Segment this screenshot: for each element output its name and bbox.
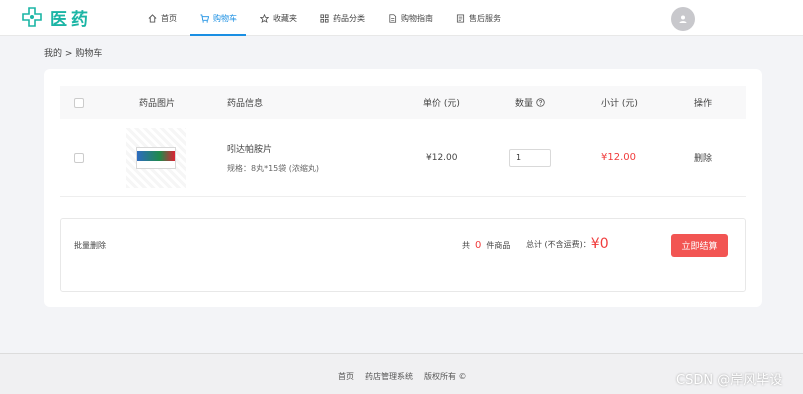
- item-unit-price: ¥12.00: [426, 152, 458, 163]
- product-name[interactable]: 吲达帕胺片: [227, 142, 272, 155]
- user-icon: [679, 15, 687, 23]
- item-image-cell: [126, 119, 186, 196]
- header-image: 药品图片: [139, 99, 176, 109]
- nav-item-after-sales[interactable]: 售后服务: [446, 0, 510, 36]
- star-icon: [259, 13, 269, 23]
- nav-item-categories[interactable]: 药品分类: [310, 0, 374, 36]
- cart-item-row: 吲达帕胺片 规格：8丸*15袋 (浓缩丸) ¥12.00 1 ¥12.00 删除: [60, 119, 746, 197]
- user-avatar[interactable]: [671, 7, 695, 31]
- item-subtotal: ¥12.00: [601, 152, 636, 163]
- footer-link-home[interactable]: 首页: [338, 371, 354, 382]
- nav-item-home[interactable]: 首页: [138, 0, 186, 36]
- select-all-checkbox[interactable]: [74, 97, 84, 108]
- batch-delete-button[interactable]: 批量删除: [74, 240, 106, 251]
- breadcrumb-home[interactable]: 我的: [44, 49, 62, 59]
- product-image[interactable]: [126, 127, 186, 188]
- breadcrumb-current: 购物车: [75, 49, 103, 59]
- count-suffix: 件商品: [486, 241, 511, 250]
- logo-cross-icon: [22, 7, 42, 27]
- home-icon: [147, 13, 157, 23]
- nav-label: 购物指南: [401, 13, 433, 23]
- nav-label: 购物车: [213, 13, 237, 23]
- nav-item-cart[interactable]: 购物车: [190, 0, 246, 36]
- medicine-box-graphic: [136, 146, 176, 169]
- header-action: 操作: [694, 99, 713, 109]
- header-unit-price: 单价 (元): [423, 99, 460, 109]
- header-info: 药品信息: [227, 99, 264, 109]
- total-label: 总计 (不含运费)：: [526, 239, 591, 249]
- header-quantity: 数量: [515, 86, 545, 119]
- select-all-cell: [74, 86, 84, 119]
- nav-label: 售后服务: [469, 13, 501, 23]
- product-spec: 规格：8丸*15袋 (浓缩丸): [227, 163, 320, 173]
- nav-item-favorites[interactable]: 收藏夹: [250, 0, 306, 36]
- cart-summary: 批量删除 共 0 件商品 总计 (不含运费)： ¥0 立即结算: [60, 218, 746, 292]
- cart-icon: [199, 13, 209, 23]
- total-block: 总计 (不含运费)： ¥0: [526, 235, 609, 253]
- watermark-text: CSDN @岸风毕设: [676, 373, 783, 388]
- nav-label: 收藏夹: [273, 13, 297, 23]
- checkout-button[interactable]: 立即结算: [671, 234, 728, 257]
- total-value: ¥0: [590, 236, 609, 252]
- brand-name: 医药: [50, 9, 92, 30]
- item-info-cell: 吲达帕胺片 规格：8丸*15袋 (浓缩丸): [227, 119, 319, 196]
- item-count: 共 0 件商品: [462, 240, 510, 251]
- grid-icon: [319, 13, 329, 23]
- footer-links: 首页 药店管理系统 版权所有 ©: [338, 371, 478, 382]
- cart-panel: 药品图片 药品信息 单价 (元) 数量 小计 (元) 操作 吲达帕胺片 规格：8…: [44, 69, 762, 307]
- cart-table-header: 药品图片 药品信息 单价 (元) 数量 小计 (元) 操作: [60, 86, 746, 119]
- help-icon[interactable]: [536, 98, 545, 107]
- service-icon: [455, 13, 465, 23]
- breadcrumb: 我的 > 购物车: [44, 46, 102, 59]
- quantity-input[interactable]: 1: [509, 148, 551, 167]
- top-navbar: 医药 首页 购物车 收藏夹 药品分类 购物指南 售后服务: [0, 0, 803, 36]
- nav-label: 首页: [161, 13, 177, 23]
- breadcrumb-separator: >: [64, 49, 73, 59]
- item-quantity-cell: 1: [509, 119, 551, 196]
- brand-logo[interactable]: 医药: [22, 6, 92, 30]
- count-value: 0: [475, 240, 482, 251]
- delete-link[interactable]: 删除: [694, 119, 712, 196]
- main-nav: 首页 购物车 收藏夹 药品分类 购物指南 售后服务: [138, 0, 514, 36]
- item-checkbox[interactable]: [74, 152, 84, 163]
- count-prefix: 共: [462, 241, 470, 250]
- footer-copyright: 版权所有 ©: [424, 372, 467, 381]
- nav-label: 药品分类: [333, 13, 365, 23]
- item-select-cell: [74, 119, 84, 196]
- footer-link-system[interactable]: 药店管理系统: [365, 371, 413, 382]
- header-subtotal: 小计 (元): [601, 99, 638, 109]
- header-quantity-label: 数量: [515, 99, 534, 109]
- nav-item-guide[interactable]: 购物指南: [378, 0, 442, 36]
- document-icon: [387, 13, 397, 23]
